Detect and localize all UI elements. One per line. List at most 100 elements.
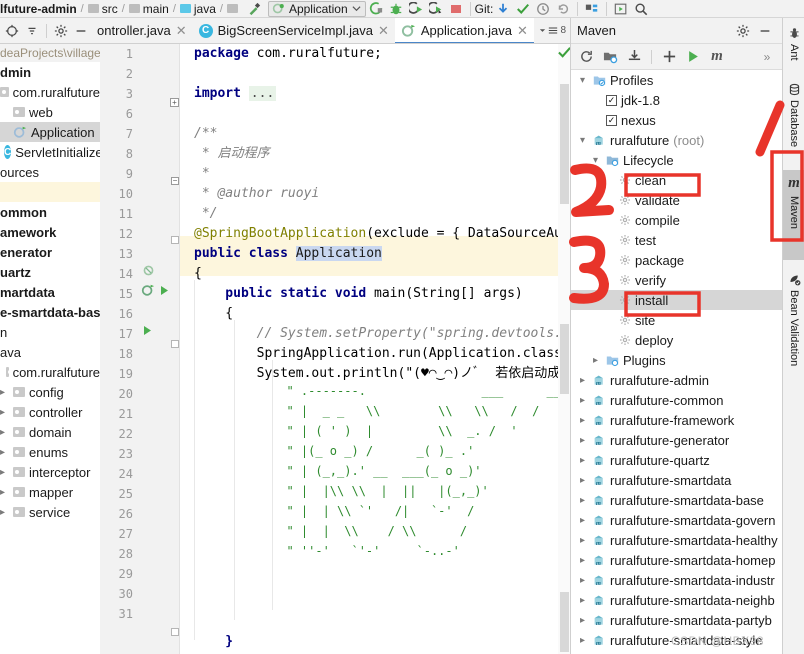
maven-tree-item[interactable]: clean	[571, 170, 782, 190]
chevron-right-icon[interactable]: ▸	[580, 395, 589, 406]
checkbox-checked-icon[interactable]: ✓	[606, 114, 617, 126]
maven-tree-item[interactable]: verify	[571, 270, 782, 290]
chevron-right-icon[interactable]: ▸	[580, 615, 589, 626]
editor-scrollbar-thumb[interactable]	[560, 592, 569, 652]
build-hammer-icon[interactable]	[244, 0, 264, 17]
maven-tree-item[interactable]: ▸ m ruralfuture-smartdata-healthy	[571, 530, 782, 550]
debug-button[interactable]	[386, 0, 406, 17]
project-tree-item[interactable]: ▸ interceptor	[0, 462, 100, 482]
fold-end-icon[interactable]	[171, 628, 179, 636]
close-icon[interactable]: ✕	[176, 23, 187, 39]
run-button[interactable]	[366, 0, 386, 17]
tool-tab-bean-validation[interactable]: Bean Validation	[783, 268, 804, 371]
project-tree-item[interactable]: Application	[0, 122, 100, 142]
tool-tab-ant[interactable]: Ant	[783, 22, 804, 66]
chevron-right-icon[interactable]: ▸	[580, 455, 589, 466]
tool-tab-maven[interactable]: m Maven	[783, 170, 804, 260]
editor-tab-application[interactable]: Application.java ✕	[394, 18, 534, 43]
maven-tree-item[interactable]: ✓ jdk-1.8	[571, 90, 782, 110]
chevron-right-icon[interactable]: ▸	[580, 475, 589, 486]
git-history-icon[interactable]	[533, 0, 553, 17]
editor-tab-bigscreen[interactable]: C BigScreenServiceImpl.java ✕	[193, 18, 395, 43]
git-update-project-icon[interactable]	[493, 0, 513, 17]
bean-gutter-icon[interactable]	[140, 260, 156, 280]
project-tree-item[interactable]: e-smartdata-base	[0, 302, 100, 322]
chevron-right-icon[interactable]: ▸	[580, 555, 589, 566]
stop-button[interactable]	[446, 0, 466, 17]
breadcrumb-item-pkg[interactable]	[226, 4, 238, 13]
chevron-right-icon[interactable]: ▸	[580, 515, 589, 526]
git-rollback-icon[interactable]	[553, 0, 573, 17]
maven-tree-item[interactable]: compile	[571, 210, 782, 230]
project-tree-item[interactable]: ▸ enums	[0, 442, 100, 462]
chevron-right-icon[interactable]: ▸	[0, 507, 9, 518]
maven-tree-item[interactable]: ▸ Plugins	[571, 350, 782, 370]
project-tree-item[interactable]: amework	[0, 222, 100, 242]
project-tree-item[interactable]: enerator	[0, 242, 100, 262]
project-tree-item[interactable]: ommon	[0, 202, 100, 222]
run-with-coverage-button[interactable]	[406, 0, 426, 17]
maven-tree-item[interactable]: ▾ Lifecycle	[571, 150, 782, 170]
execute-maven-goal-icon[interactable]: m	[706, 47, 728, 67]
collapse-all-icon[interactable]	[22, 22, 42, 40]
maven-tree-item[interactable]: ✓ nexus	[571, 110, 782, 130]
fold-collapse-icon[interactable]: −	[171, 177, 179, 185]
maven-tree-item[interactable]: ▸ m ruralfuture-generator	[571, 430, 782, 450]
maven-tree-item[interactable]: ▸ m ruralfuture-framework	[571, 410, 782, 430]
profile-button[interactable]	[426, 0, 446, 17]
project-tree-item[interactable]: com.ruralfuture	[0, 362, 100, 382]
maven-tree-item[interactable]: ▸ m ruralfuture-smartdata	[571, 470, 782, 490]
maven-tree-item[interactable]: ▸ m ruralfuture-smartdata-industr	[571, 570, 782, 590]
chevron-right-icon[interactable]: ▸	[580, 535, 589, 546]
maven-tree-item[interactable]: package	[571, 250, 782, 270]
project-tree-item[interactable]	[0, 182, 100, 202]
locate-icon[interactable]	[2, 22, 22, 40]
gear-icon[interactable]	[732, 21, 754, 41]
project-tree-item[interactable]: ▸ domain	[0, 422, 100, 442]
run-anything-icon[interactable]	[611, 0, 631, 17]
chevron-right-icon[interactable]: ▸	[580, 495, 589, 506]
project-tree-item[interactable]: ▸ mapper	[0, 482, 100, 502]
editor-scrollbar-thumb[interactable]	[560, 84, 569, 204]
reload-all-projects-icon[interactable]	[575, 47, 597, 67]
project-tree-item[interactable]: dmin	[0, 62, 100, 82]
editor-gutter[interactable]: 1 2 3 6 7 8 9 10 11 12 13 14 15 16 17 18 19 20 21 22 23 24 25 2…	[100, 44, 180, 654]
chevron-right-icon[interactable]: ▸	[0, 407, 9, 418]
project-tree-item[interactable]: C ServletInitializer	[0, 142, 100, 162]
maven-tree-item[interactable]: ▸ m ruralfuture-smartdata-govern	[571, 510, 782, 530]
editor-scrollbar-thumb[interactable]	[560, 324, 569, 394]
git-commit-icon[interactable]	[513, 0, 533, 17]
project-tree-item[interactable]: n	[0, 322, 100, 342]
maven-more-icon[interactable]: »	[756, 47, 778, 67]
chevron-right-icon[interactable]: ▸	[580, 575, 589, 586]
maven-tree-item[interactable]: install	[571, 290, 782, 310]
breadcrumb-item-src[interactable]: src	[87, 2, 118, 16]
download-sources-icon[interactable]	[623, 47, 645, 67]
run-maven-build-icon[interactable]	[682, 47, 704, 67]
breadcrumb-item-module[interactable]: lfuture-admin	[0, 2, 77, 16]
maven-tree-item[interactable]: ▸ m ruralfuture-admin	[571, 370, 782, 390]
breadcrumb-item-main[interactable]: main	[128, 2, 169, 16]
spring-gutter-icon[interactable]	[140, 280, 156, 300]
chevron-right-icon[interactable]: ▸	[580, 415, 589, 426]
maven-tree-item[interactable]: ▸ m ruralfuture-smartdata-base	[571, 490, 782, 510]
hide-icon[interactable]	[71, 22, 91, 40]
project-tree[interactable]: dmin com.ruralfuture web Application C Servle…	[0, 62, 100, 522]
fold-end-icon[interactable]	[171, 236, 179, 244]
maven-tree-item[interactable]: ▸ m ruralfuture-common	[571, 390, 782, 410]
search-everywhere-icon[interactable]	[631, 0, 651, 17]
run-configuration-selector[interactable]: Application	[267, 0, 366, 17]
fold-expand-icon[interactable]: +	[170, 98, 179, 107]
project-tree-item[interactable]: uartz	[0, 262, 100, 282]
maven-tree[interactable]: ▾ Profiles ✓ jdk-1.8 ✓ nexus ▾ m ruralfuture (roo…	[571, 70, 782, 654]
add-maven-project-icon[interactable]	[658, 47, 680, 67]
maven-tree-item[interactable]: ▸ m ruralfuture-quartz	[571, 450, 782, 470]
chevron-right-icon[interactable]: ▸	[0, 487, 9, 498]
checkbox-checked-icon[interactable]: ✓	[606, 94, 617, 106]
maven-tree-item[interactable]: ▸ m ruralfuture-smartdata-homep	[571, 550, 782, 570]
project-tree-item[interactable]: ▸ service	[0, 502, 100, 522]
editor-tab-controller[interactable]: ontroller.java ✕	[91, 18, 193, 43]
tab-overflow-indicator[interactable]: 8	[539, 25, 570, 36]
maven-tree-item[interactable]: test	[571, 230, 782, 250]
chevron-right-icon[interactable]: ▸	[593, 355, 602, 366]
